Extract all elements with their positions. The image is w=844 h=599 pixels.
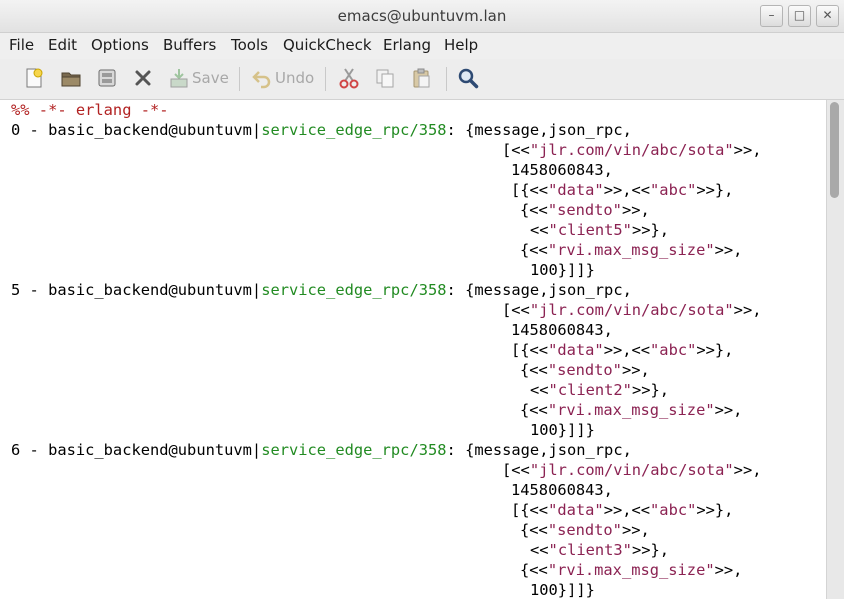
log-prefix: 5 - basic_backend@ubuntuvm| — [11, 281, 262, 299]
menu-buffers[interactable]: Buffers — [163, 36, 216, 54]
log-data-key: "data" — [548, 501, 604, 519]
dired-button[interactable] — [96, 65, 118, 91]
new-file-icon — [26, 68, 43, 88]
close-buffer-button[interactable] — [132, 65, 154, 91]
log-data-value: "abc" — [650, 181, 697, 199]
menu-quickcheck[interactable]: QuickCheck — [283, 36, 372, 54]
cut-button[interactable] — [338, 65, 360, 91]
log-function: service_edge_rpc/358 — [261, 441, 447, 459]
log-function: service_edge_rpc/358 — [261, 281, 447, 299]
log-entry-header: 5 - basic_backend@ubuntuvm|service_edge_… — [11, 280, 632, 300]
toolbar-separator — [446, 67, 447, 91]
mode-comment-line: %% -*- erlang -*- — [11, 100, 169, 120]
menu-bar: File Edit Options Buffers Tools QuickChe… — [0, 33, 844, 59]
log-number-line: 1458060843, — [511, 161, 613, 179]
log-url-line: [<<"jlr.com/vin/abc/sota">>, — [502, 141, 762, 159]
log-client-line: <<"client5">>}, — [530, 221, 670, 239]
log-colon: : — [446, 281, 466, 299]
log-message-head: {message,json_rpc, — [465, 121, 632, 139]
save-icon — [170, 69, 188, 88]
menu-file[interactable]: File — [9, 36, 34, 54]
log-max-value: 100}]]} — [530, 581, 595, 599]
log-data-key: "data" — [548, 181, 604, 199]
undo-button[interactable]: Undo — [251, 65, 314, 91]
log-url-line: [<<"jlr.com/vin/abc/sota">>, — [502, 301, 762, 319]
open-folder-icon — [61, 72, 81, 87]
new-file-button[interactable] — [23, 65, 45, 91]
editor-buffer[interactable]: %% -*- erlang -*- 0 - basic_backend@ubun… — [0, 100, 826, 599]
log-colon: : — [446, 121, 466, 139]
log-max-line: {<<"rvi.max_msg_size">>, — [520, 561, 743, 579]
log-sendto-line: {<<"sendto">>, — [520, 361, 650, 379]
toolbar: Save Undo — [0, 59, 844, 100]
undo-icon — [252, 71, 271, 89]
log-data-line: [{<<"data">>,<<"abc">>}, — [511, 181, 734, 199]
log-max-value: 100}]]} — [530, 421, 595, 439]
mode-comment: %% -*- erlang -*- — [11, 101, 169, 119]
menu-help[interactable]: Help — [444, 36, 478, 54]
log-sendto-key: "sendto" — [547, 521, 622, 539]
log-entry-header: 6 - basic_backend@ubuntuvm|service_edge_… — [11, 440, 632, 460]
log-client-line: <<"client2">>}, — [530, 381, 670, 399]
log-url: "jlr.com/vin/abc/sota" — [529, 461, 734, 479]
log-sendto-key: "sendto" — [547, 361, 622, 379]
log-sendto-line: {<<"sendto">>, — [520, 201, 650, 219]
maximize-button[interactable]: □ — [788, 5, 811, 27]
menu-edit[interactable]: Edit — [48, 36, 77, 54]
log-max-key: "rvi.max_msg_size" — [547, 561, 715, 579]
log-data-value: "abc" — [650, 501, 697, 519]
search-button[interactable] — [457, 65, 479, 91]
paste-icon — [413, 68, 430, 88]
scrollbar-thumb[interactable] — [830, 102, 839, 198]
log-data-key: "data" — [548, 341, 604, 359]
save-button[interactable]: Save — [168, 65, 229, 91]
vertical-scrollbar[interactable] — [826, 100, 844, 599]
log-entry-header: 0 - basic_backend@ubuntuvm|service_edge_… — [11, 120, 632, 140]
menu-erlang[interactable]: Erlang — [383, 36, 431, 54]
search-icon — [458, 68, 479, 89]
log-data-line: [{<<"data">>,<<"abc">>}, — [511, 341, 734, 359]
menu-tools[interactable]: Tools — [231, 36, 268, 54]
undo-label: Undo — [275, 69, 315, 87]
log-number-line: 1458060843, — [511, 321, 613, 339]
close-buffer-icon — [135, 70, 151, 86]
log-sendto-line: {<<"sendto">>, — [520, 521, 650, 539]
log-client: "client2" — [548, 381, 632, 399]
cut-icon — [339, 68, 359, 89]
log-data-value: "abc" — [650, 341, 697, 359]
log-message-head: {message,json_rpc, — [465, 281, 632, 299]
log-max-line: {<<"rvi.max_msg_size">>, — [520, 401, 743, 419]
log-prefix: 6 - basic_backend@ubuntuvm| — [11, 441, 262, 459]
dired-icon — [98, 69, 116, 87]
window-titlebar[interactable]: emacs@ubuntuvm.lan – □ ✕ — [0, 0, 844, 33]
log-colon: : — [446, 441, 466, 459]
minimize-button[interactable]: – — [760, 5, 783, 27]
log-url: "jlr.com/vin/abc/sota" — [529, 141, 734, 159]
menu-options[interactable]: Options — [91, 36, 149, 54]
log-max-key: "rvi.max_msg_size" — [547, 241, 715, 259]
log-number-line: 1458060843, — [511, 481, 613, 499]
log-prefix: 0 - basic_backend@ubuntuvm| — [11, 121, 262, 139]
save-label: Save — [192, 69, 229, 87]
toolbar-separator — [239, 67, 240, 91]
paste-button[interactable] — [410, 65, 432, 91]
log-url-line: [<<"jlr.com/vin/abc/sota">>, — [502, 461, 762, 479]
log-function: service_edge_rpc/358 — [261, 121, 447, 139]
log-max-value: 100}]]} — [530, 261, 595, 279]
log-client-line: <<"client3">>}, — [530, 541, 670, 559]
log-max-key: "rvi.max_msg_size" — [547, 401, 715, 419]
log-client: "client5" — [548, 221, 632, 239]
window-title: emacs@ubuntuvm.lan — [337, 7, 507, 25]
open-file-button[interactable] — [60, 65, 82, 91]
log-sendto-key: "sendto" — [547, 201, 622, 219]
log-message-head: {message,json_rpc, — [465, 441, 632, 459]
log-url: "jlr.com/vin/abc/sota" — [529, 301, 734, 319]
toolbar-separator — [325, 67, 326, 91]
log-data-line: [{<<"data">>,<<"abc">>}, — [511, 501, 734, 519]
copy-icon — [376, 69, 394, 88]
copy-button[interactable] — [374, 65, 396, 91]
close-window-button[interactable]: ✕ — [816, 5, 839, 27]
log-client: "client3" — [548, 541, 632, 559]
log-max-line: {<<"rvi.max_msg_size">>, — [520, 241, 743, 259]
